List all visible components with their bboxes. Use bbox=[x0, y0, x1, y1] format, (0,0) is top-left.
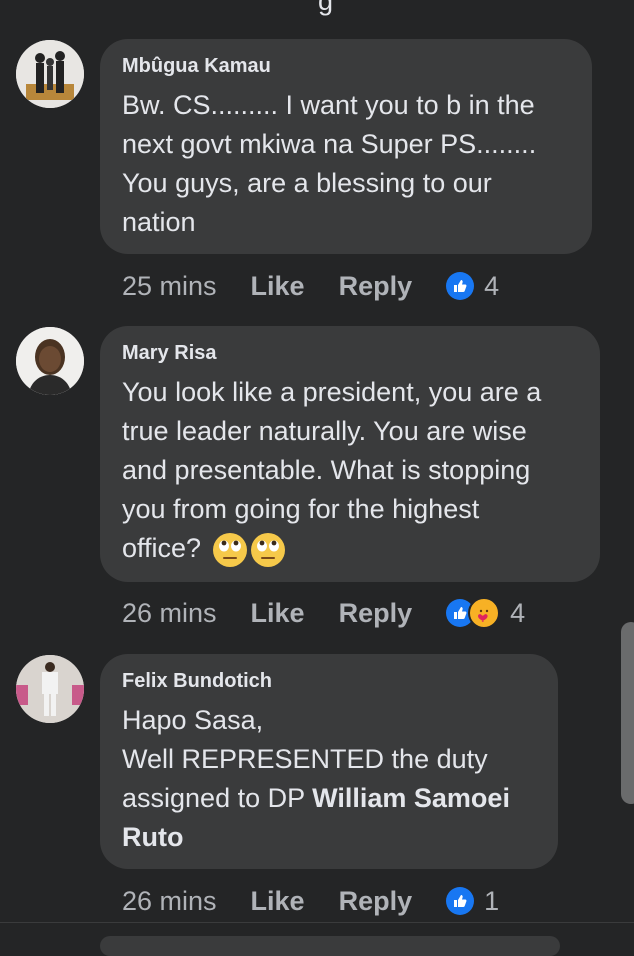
comment-actions: 26 mins Like Reply 1 bbox=[122, 881, 499, 921]
avatar[interactable] bbox=[16, 40, 84, 108]
care-reaction-icon bbox=[468, 597, 501, 629]
reaction-summary[interactable]: 1 bbox=[446, 886, 499, 917]
reaction-summary[interactable]: 4 bbox=[446, 271, 499, 302]
comment-bubble: Felix Bundotich Hapo Sasa, Well REPRESEN… bbox=[100, 654, 558, 869]
avatar-image bbox=[16, 40, 84, 108]
rolling-eyes-emoji-icon bbox=[212, 532, 247, 567]
comment-text: You look like a president, you are a tru… bbox=[122, 373, 578, 568]
reaction-count: 1 bbox=[484, 885, 500, 916]
comment-bubble: Mbûgua Kamau Bw. CS......... I want you … bbox=[100, 39, 592, 254]
comment-author[interactable]: Mbûgua Kamau bbox=[122, 55, 570, 78]
comment-timestamp[interactable]: 26 mins bbox=[122, 598, 217, 629]
comment-actions: 26 mins Like Reply 4 bbox=[122, 593, 525, 633]
like-button[interactable]: Like bbox=[251, 271, 305, 302]
avatar[interactable] bbox=[16, 327, 84, 395]
avatar-image bbox=[16, 655, 84, 723]
comment-author[interactable]: Mary Risa bbox=[122, 342, 578, 365]
comment-actions: 25 mins Like Reply 4 bbox=[122, 266, 499, 306]
rolling-eyes-emoji-icon bbox=[250, 532, 285, 567]
like-button[interactable]: Like bbox=[251, 598, 305, 629]
comment-text: Bw. CS......... I want you to b in the n… bbox=[122, 90, 537, 237]
divider bbox=[0, 922, 634, 923]
scrollbar-handle[interactable] bbox=[621, 622, 634, 804]
comment-text: Hapo Sasa, Well REPRESENTED the duty ass… bbox=[122, 701, 536, 857]
reaction-count: 4 bbox=[484, 270, 500, 301]
like-reaction-icon bbox=[446, 887, 475, 915]
reply-button[interactable]: Reply bbox=[339, 598, 413, 629]
comment-bubble: Mary Risa You look like a president, you… bbox=[100, 326, 600, 582]
reaction-summary[interactable]: 4 bbox=[446, 597, 525, 629]
comment-timestamp[interactable]: 26 mins bbox=[122, 886, 217, 917]
reply-button[interactable]: Reply bbox=[339, 271, 413, 302]
comment-text-body: You look like a president, you are a tru… bbox=[122, 377, 542, 563]
reaction-count: 4 bbox=[510, 597, 526, 628]
like-reaction-icon bbox=[446, 272, 475, 300]
truncated-text-fragment: g bbox=[318, 0, 334, 16]
avatar[interactable] bbox=[16, 655, 84, 723]
reply-button[interactable]: Reply bbox=[339, 886, 413, 917]
avatar-image bbox=[16, 327, 84, 395]
comment-author[interactable]: Felix Bundotich bbox=[122, 670, 536, 693]
like-button[interactable]: Like bbox=[251, 886, 305, 917]
next-comment-bubble-partial bbox=[100, 936, 560, 956]
comment-timestamp[interactable]: 25 mins bbox=[122, 271, 217, 302]
